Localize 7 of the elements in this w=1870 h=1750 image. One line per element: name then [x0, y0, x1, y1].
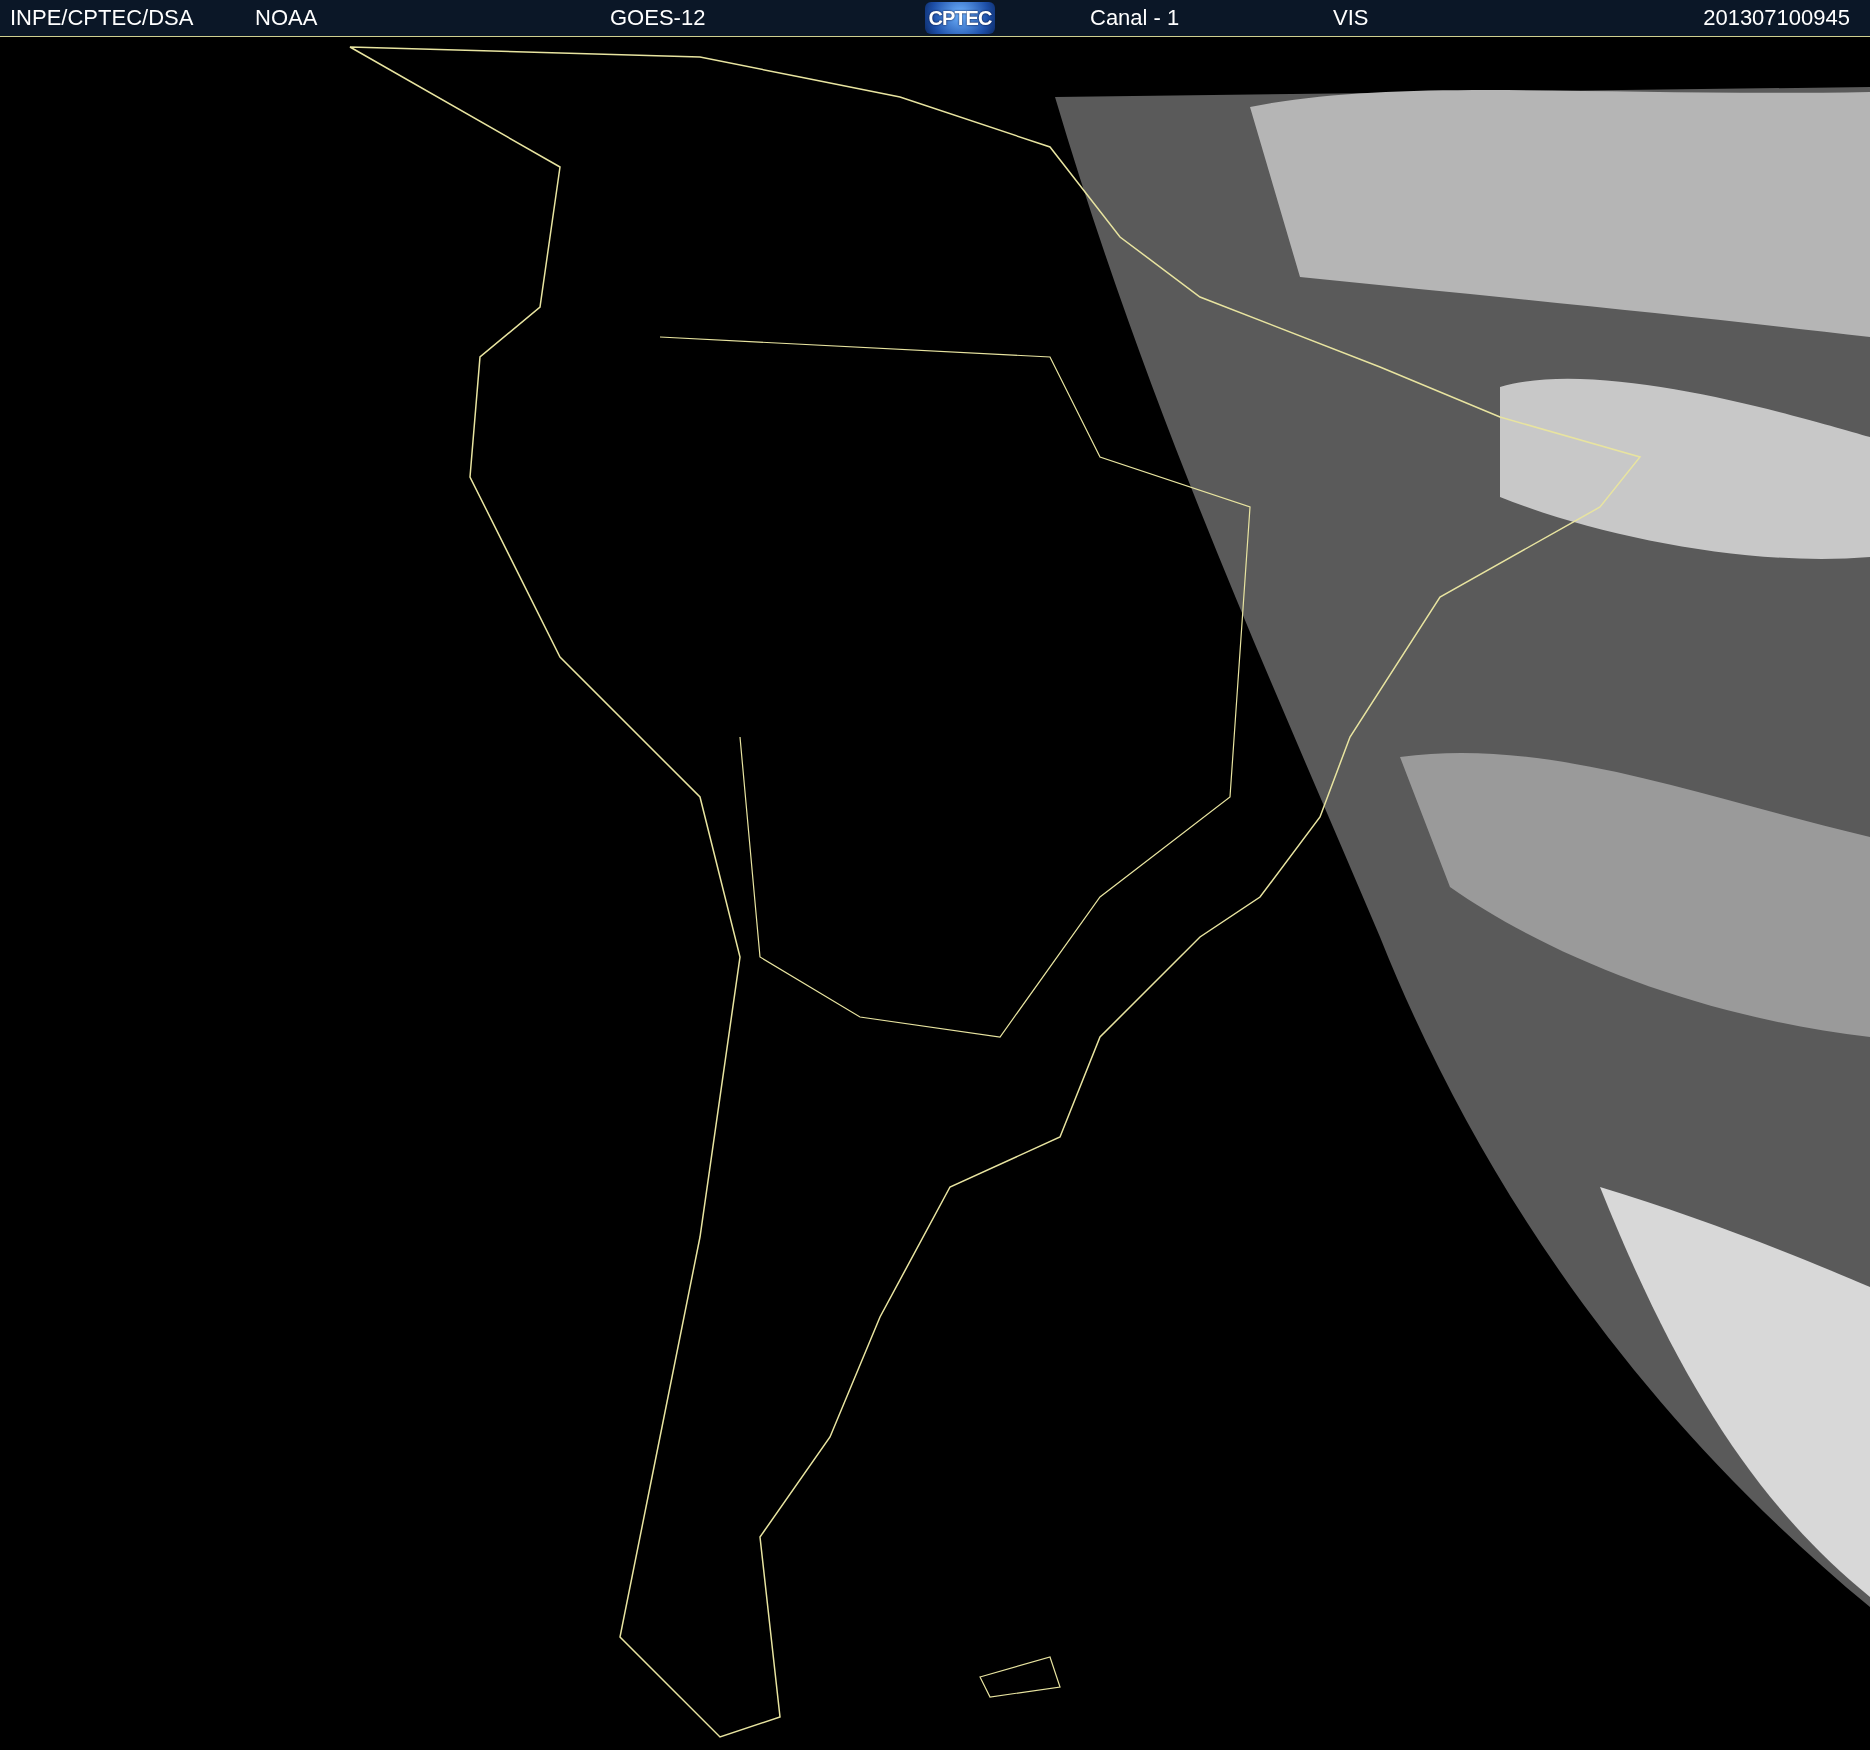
timestamp-label: 201307100945: [1703, 5, 1851, 31]
agency-label: NOAA: [255, 5, 319, 31]
band-label: VIS: [1333, 5, 1370, 31]
source-label: INPE/CPTEC/DSA: [10, 5, 195, 31]
cptec-logo: CPTEC: [925, 2, 995, 34]
satellite-label: GOES-12: [610, 5, 707, 31]
channel-label: Canal - 1: [1090, 5, 1181, 31]
